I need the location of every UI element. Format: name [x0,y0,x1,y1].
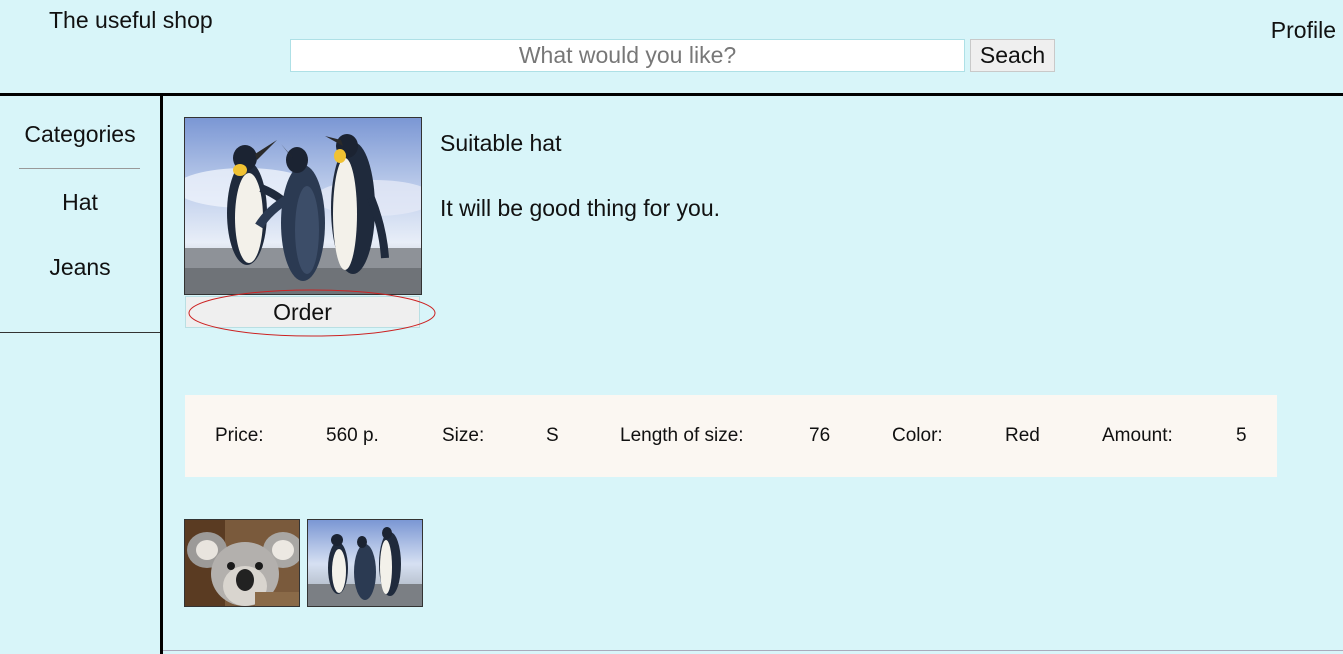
spec-length-label: Length of size: [620,425,744,446]
sidebar-item-jeans[interactable]: Jeans [0,253,160,281]
spec-price-value: 560 p. [326,425,379,446]
categories-heading: Categories [24,121,136,147]
thumbnail-penguins[interactable] [307,519,423,607]
spec-color-value: Red [1005,425,1040,446]
spec-length-value: 76 [809,425,831,446]
bottom-divider [163,650,1343,651]
product-description: It will be good thing for you. [440,195,720,221]
categories-sidebar: Categories Hat Jeans [0,96,161,333]
spec-price-label: Price: [215,425,264,446]
spec-amount-label: Amount: [1102,425,1173,446]
header-divider [0,93,1343,96]
profile-link[interactable]: Profile [1271,16,1336,44]
spec-size-value: S [546,425,559,446]
thumbnail-koala[interactable] [184,519,300,607]
sidebar-item-hat[interactable]: Hat [0,188,160,216]
product-image-penguins [184,117,422,295]
search-button[interactable]: Seach [970,39,1055,72]
sidebar-divider [160,96,163,654]
product-specs: Price: 560 p. Size: S Length of size: 76… [185,395,1277,477]
shop-title: The useful shop [49,7,213,33]
categories-divider [19,168,140,169]
search-input[interactable] [290,39,965,72]
order-button[interactable]: Order [185,296,420,328]
shop-page: The useful shop Seach Profile Categories… [0,0,1343,654]
spec-color-label: Color: [892,425,943,446]
spec-amount-value: 5 [1236,425,1247,446]
product-name: Suitable hat [440,130,562,156]
spec-size-label: Size: [442,425,485,446]
